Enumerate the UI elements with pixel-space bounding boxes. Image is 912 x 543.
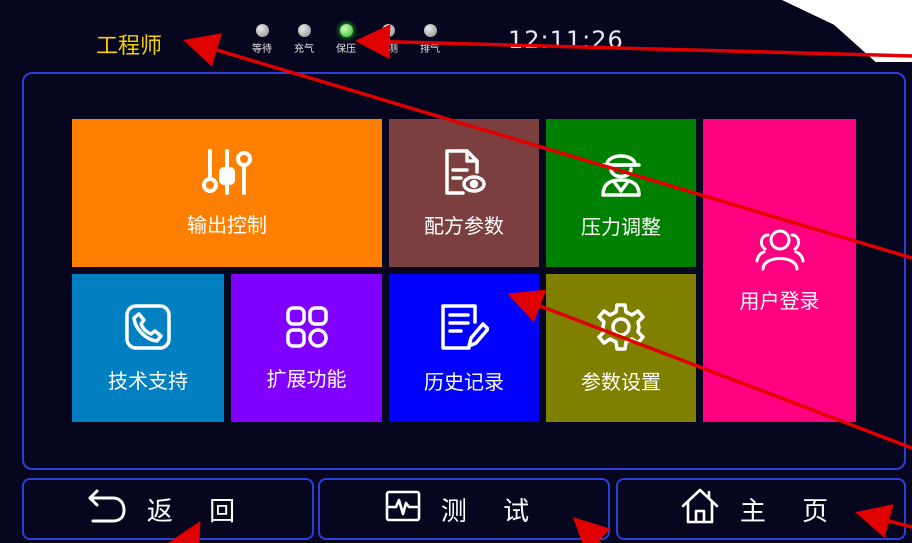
extensions-button[interactable]: 扩展功能 [231,274,382,422]
user-login-button[interactable]: 用户登录 [703,119,856,422]
back-button[interactable]: 返 回 [22,478,314,540]
indicator-led-active [339,24,353,37]
grid-icon [285,305,329,349]
tile-label: 压力调整 [581,214,661,239]
background-corner [782,0,912,62]
indicator-label: 等待 [252,44,272,55]
output-control-button[interactable]: 输出控制 [72,119,382,267]
users-icon [755,227,805,271]
back-arrow-icon [87,489,127,530]
indicator-label: 检测 [378,44,398,55]
indicator-exhaust: 排气 [412,24,448,55]
indicator-led [255,24,269,37]
indicator-inflate: 充气 [286,24,322,55]
user-role-label: 工程师 [96,34,163,59]
test-button[interactable]: 测 试 [318,478,610,540]
param-settings-button[interactable]: 参数设置 [546,274,696,422]
indicator-wait: 等待 [244,24,280,55]
home-button-label: 主 页 [739,496,843,527]
indicator-led [297,24,311,37]
engineer-icon [599,147,643,197]
status-indicators: 等待 充气 保压 检测 排气 [244,24,448,55]
home-icon [680,487,720,532]
tile-label: 扩展功能 [266,366,347,391]
tile-label: 参数设置 [581,369,661,394]
gear-icon [596,302,646,352]
document-view-icon [441,148,487,196]
notes-edit-icon [439,302,489,352]
phone-icon [124,303,172,351]
clock-time: 12:11:26 [508,26,624,54]
sliders-icon [202,148,252,195]
hmi-screen: 工程师 等待 充气 保压 检测 排气 12:11:26 输出控制 配方参数 压力… [0,0,912,543]
indicator-label: 排气 [420,44,440,55]
tile-label: 历史记录 [424,369,504,394]
recipe-params-button[interactable]: 配方参数 [389,119,539,267]
history-button[interactable]: 历史记录 [389,274,539,422]
indicator-label: 充气 [294,44,314,55]
waveform-icon [385,490,421,529]
tile-label: 技术支持 [108,368,188,393]
indicator-detect: 检测 [370,24,406,55]
tile-label: 配方参数 [424,213,504,238]
pressure-adjust-button[interactable]: 压力调整 [546,119,696,267]
tile-label: 输出控制 [187,212,267,237]
tech-support-button[interactable]: 技术支持 [72,274,224,422]
indicator-label: 保压 [336,44,356,55]
indicator-led [423,24,437,37]
indicator-hold-pressure: 保压 [328,24,364,55]
tile-label: 用户登录 [739,289,820,313]
indicator-led [381,24,395,37]
test-button-label: 测 试 [440,496,544,527]
back-button-label: 返 回 [146,496,250,527]
home-button[interactable]: 主 页 [616,478,906,540]
